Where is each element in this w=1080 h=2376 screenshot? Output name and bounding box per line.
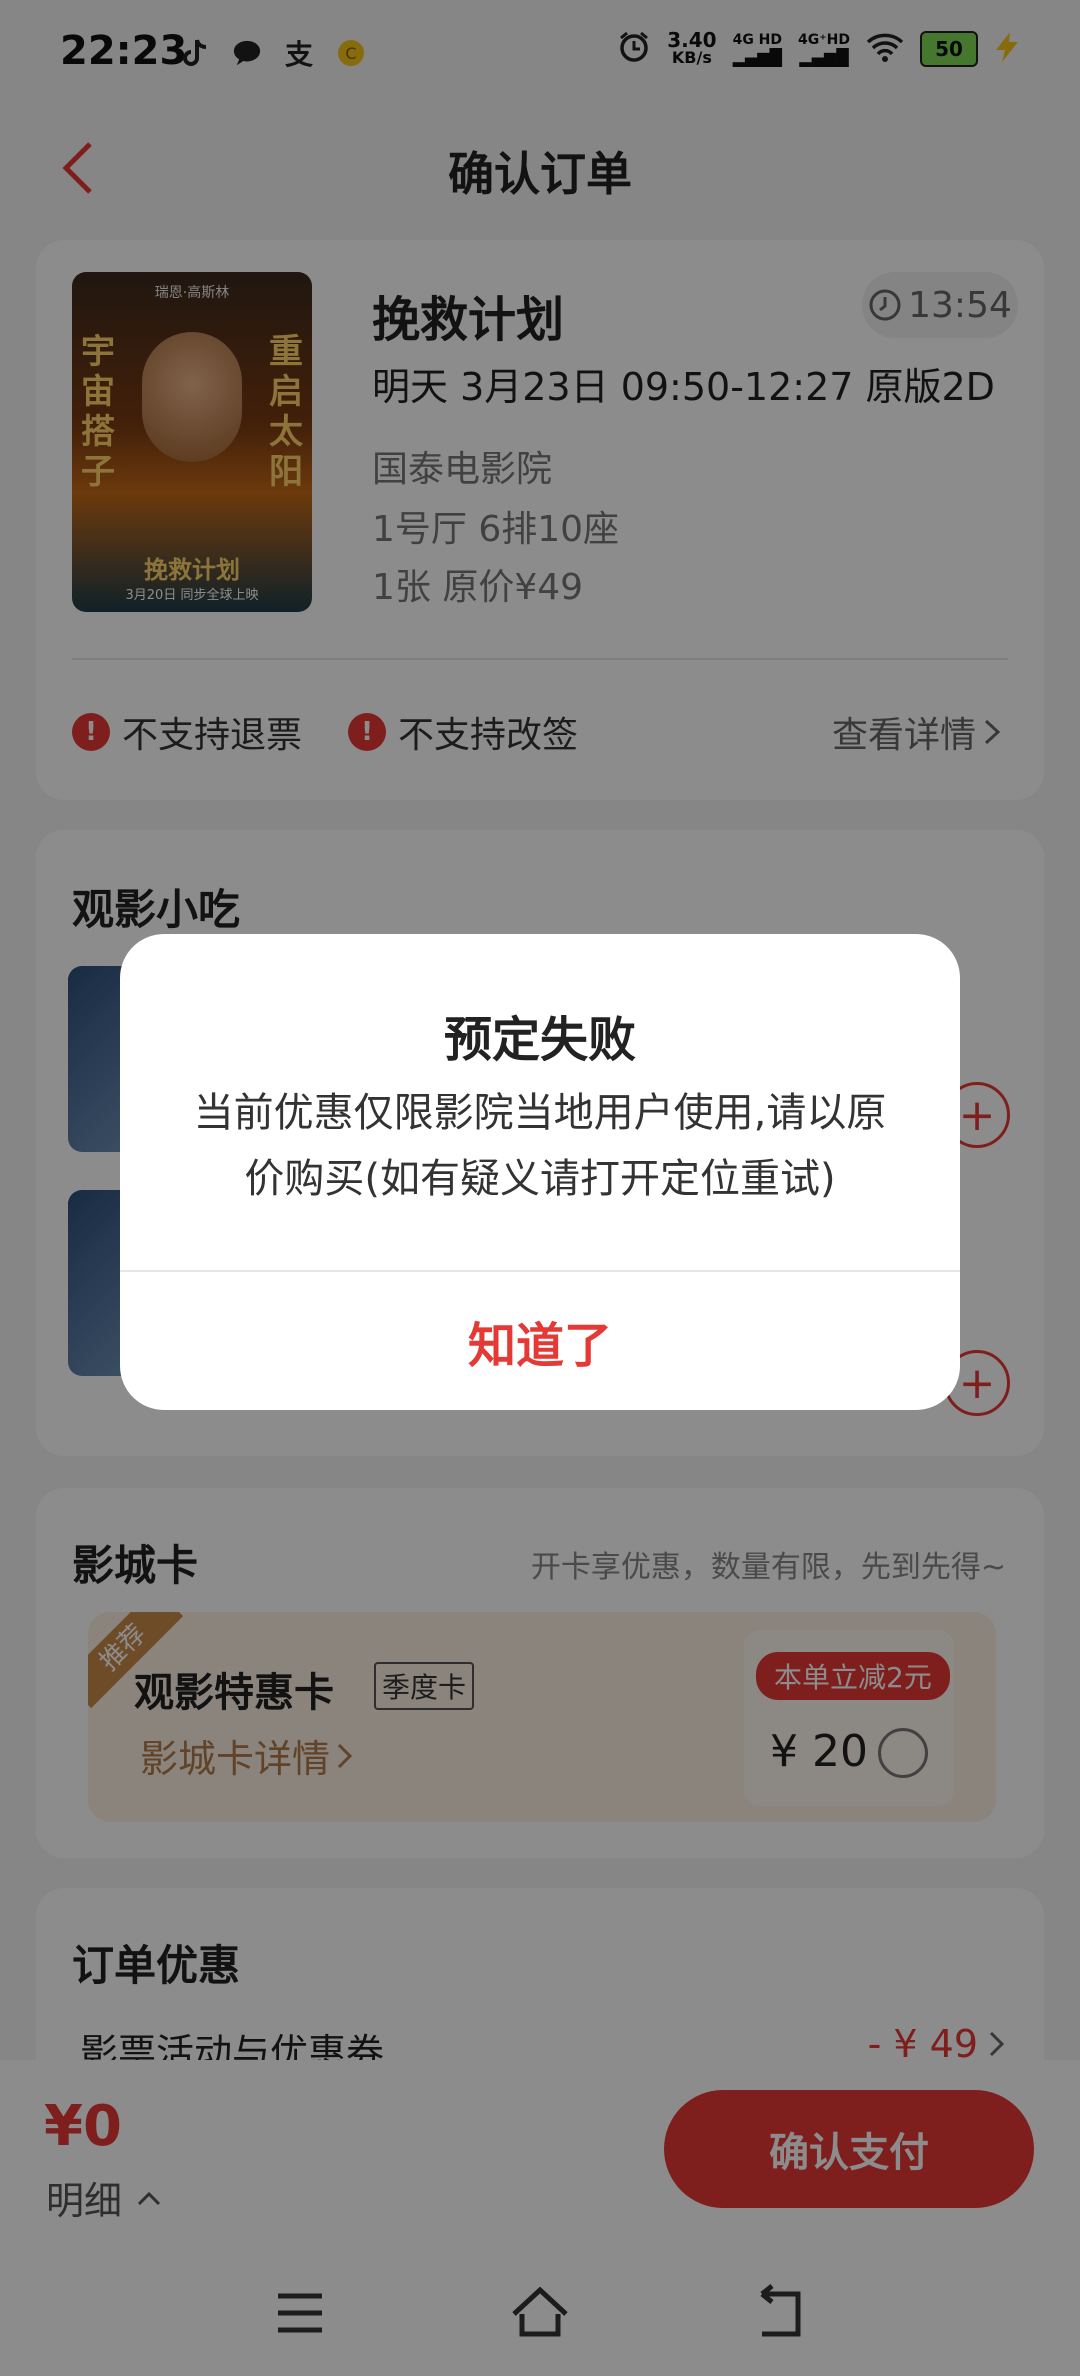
booking-failed-dialog: 预定失败 当前优惠仅限影院当地用户使用,请以原价购买(如有疑义请打开定位重试) … — [120, 934, 960, 1410]
dialog-message: 当前优惠仅限影院当地用户使用,请以原价购买(如有疑义请打开定位重试) — [193, 1090, 887, 1202]
dialog-title: 预定失败 — [443, 1012, 636, 1068]
dialog-confirm-button[interactable]: 知道了 — [120, 1272, 960, 1410]
